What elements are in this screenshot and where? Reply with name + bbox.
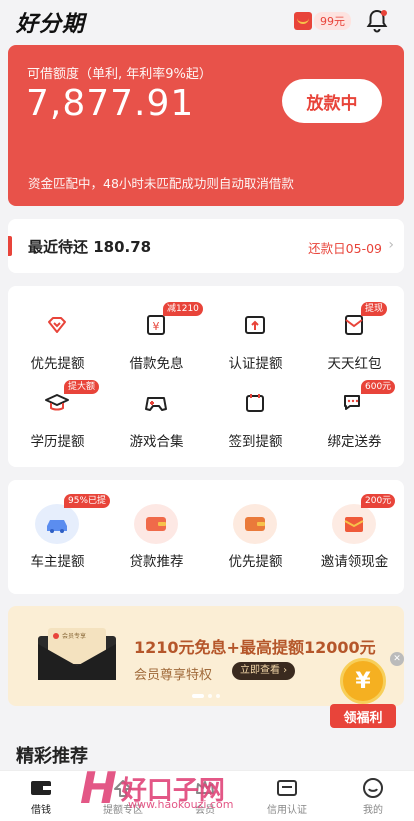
grid-item-priority-limit-2[interactable]: 优先提额	[206, 504, 305, 584]
loan-status-button[interactable]: 放款中	[282, 79, 382, 123]
wallet-icon	[134, 504, 178, 544]
grid-item-verify-limit[interactable]: 认证提额	[206, 312, 305, 392]
card-icon	[276, 777, 298, 799]
welfare-float-button[interactable]: ¥ 领福利 ✕	[326, 652, 404, 730]
feature-grid: 优先提额 ¥ 减1210 借款免息 认证提额 提现 天天红包 提大额 学历提额 …	[8, 286, 404, 467]
watermark-url: www.haokouzi.com	[128, 798, 234, 811]
grid-item-badge: 95%已提	[64, 494, 111, 508]
welfare-label: 领福利	[330, 704, 396, 728]
banner-view-button[interactable]: 立即查看 ›	[232, 662, 296, 680]
tab-borrow[interactable]: 借钱	[0, 777, 82, 816]
section-title: 精彩推荐	[16, 746, 88, 767]
tab-label: 信用认证	[267, 805, 307, 816]
tab-label: 借钱	[31, 805, 51, 816]
grid-item-label: 签到提额	[228, 434, 283, 450]
app-logo: 好分期	[16, 12, 86, 37]
red-envelope-icon	[332, 504, 376, 544]
envelope-text: 会员专享	[62, 633, 87, 640]
grid-item-label: 天天红包	[327, 356, 382, 372]
credit-label: 可借额度（单利, 年利率9%起）	[27, 67, 212, 82]
grid-item-badge: 200元	[361, 494, 396, 508]
gamepad-icon	[143, 390, 169, 416]
membership-envelope-icon: 会员专享	[34, 628, 120, 684]
calendar-icon	[242, 390, 268, 416]
svg-text:¥: ¥	[153, 320, 160, 333]
diamond-icon	[44, 312, 70, 338]
grid-item-bind-coupon[interactable]: 600元 绑定送券	[305, 380, 404, 470]
red-packet-amount: 99元	[314, 12, 351, 30]
grid-item-badge: 提大额	[64, 380, 100, 394]
grid-item-invite-cash[interactable]: 200元 邀请领现金	[305, 494, 404, 584]
grid-item-label: 优先提额	[30, 356, 85, 372]
red-packet-button[interactable]: 99元	[294, 10, 351, 32]
credit-card: 可借额度（单利, 年利率9%起） 7,877.91 放款中 资金匹配中，48小时…	[8, 45, 404, 206]
tab-credit-verify[interactable]: 信用认证	[246, 777, 328, 816]
unread-dot	[381, 10, 387, 16]
top-bar: 好分期 99元	[0, 0, 414, 44]
grid-item-label: 绑定送券	[327, 434, 382, 450]
grid-item-badge: 减1210	[163, 302, 203, 316]
repayment-row[interactable]: 最近待还 180.78 还款日05-09 ›	[8, 219, 404, 273]
grid-item-car-owner-limit[interactable]: 95%已提 车主提额	[8, 494, 111, 584]
grid-item-label: 借款免息	[129, 356, 184, 372]
grid-item-badge: 提现	[361, 302, 388, 316]
coin-icon: ¥	[340, 658, 386, 704]
carousel-dots	[192, 694, 220, 698]
notification-bell-icon[interactable]	[364, 8, 390, 34]
grid-item-games[interactable]: 游戏合集	[107, 390, 206, 470]
grid-item-label: 游戏合集	[129, 434, 184, 450]
upload-box-icon	[242, 312, 268, 338]
carousel-dot	[192, 694, 204, 698]
smile-icon	[362, 777, 384, 799]
red-envelope-icon	[294, 12, 312, 30]
close-icon[interactable]: ✕	[390, 652, 404, 666]
watermark-logo-icon: H	[80, 762, 117, 814]
grid-item-interest-free[interactable]: ¥ 减1210 借款免息	[107, 302, 206, 392]
grid-item-label: 认证提额	[228, 356, 283, 372]
grid-item-education-limit[interactable]: 提大额 学历提额	[8, 380, 107, 470]
carousel-dot	[208, 694, 212, 698]
tab-label: 我的	[363, 805, 383, 816]
grid-item-label: 优先提额	[228, 554, 283, 570]
wallet-tab-icon	[30, 777, 52, 799]
car-icon	[35, 504, 79, 544]
carousel-dot	[216, 694, 220, 698]
chevron-right-icon: ›	[388, 237, 394, 253]
repayment-title: 最近待还 180.78	[28, 238, 152, 256]
watermark: H 好口子网 www.haokouzi.com	[80, 760, 233, 816]
repayment-due-date: 还款日05-09	[308, 241, 382, 256]
credit-amount: 7,877.91	[26, 83, 195, 124]
service-grid: 95%已提 车主提额 贷款推荐 优先提额 200元 邀请领现金	[8, 480, 404, 594]
grid-item-checkin-limit[interactable]: 签到提额	[206, 390, 305, 470]
grid-item-label: 贷款推荐	[129, 554, 184, 570]
grid-item-label: 邀请领现金	[320, 554, 389, 570]
banner-subtitle: 会员尊享特权	[134, 668, 213, 683]
grid-item-label: 学历提额	[30, 434, 85, 450]
grid-item-badge: 600元	[361, 380, 396, 394]
grid-item-loan-recommend[interactable]: 贷款推荐	[107, 504, 206, 584]
grid-item-label: 车主提额	[30, 554, 85, 570]
accent-bar	[8, 236, 12, 256]
credit-note: 资金匹配中，48小时未匹配成功则自动取消借款	[28, 176, 294, 191]
tab-mine[interactable]: 我的	[332, 777, 414, 816]
wallet-icon	[233, 504, 277, 544]
